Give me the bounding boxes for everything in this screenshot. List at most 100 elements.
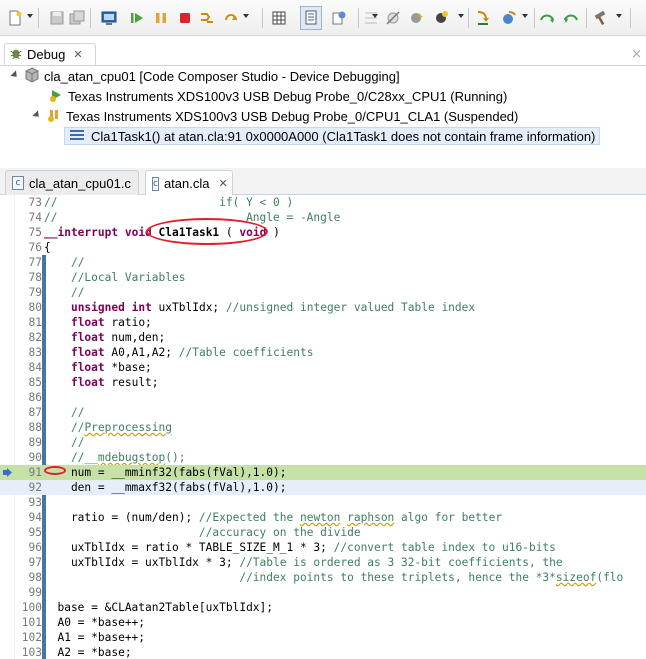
code-line[interactable]: 75 __interrupt void Cla1Task1 ( void ) — [0, 225, 646, 240]
code-text: unsigned int uxTblIdx; //unsigned intege… — [70, 301, 476, 314]
breakpoint-icon[interactable] — [330, 9, 348, 27]
line-number: 94 — [28, 511, 42, 524]
memory-grid-icon[interactable] — [270, 9, 288, 27]
code-line[interactable]: 102 A1 = *base++; — [0, 630, 646, 645]
code-line[interactable]: 101 A0 = *base++; — [0, 615, 646, 630]
new-dropdown-icon[interactable] — [27, 14, 33, 18]
suspend-icon[interactable] — [152, 9, 170, 27]
debug-view: Debug ✕ ⨯ cla_atan_cpu01 [Code Composer … — [0, 40, 646, 162]
code-text: // — [70, 286, 85, 299]
line-number: 87 — [28, 406, 42, 419]
step-return-icon[interactable] — [538, 9, 556, 27]
line-number: 98 — [28, 571, 42, 584]
code-line[interactable]: 78 //Local Variables — [0, 270, 646, 285]
step-over-dropdown-icon[interactable] — [522, 14, 528, 18]
code-line[interactable]: 83 float A0,A1,A2; //Table coefficients — [0, 345, 646, 360]
program-counter-arrow-icon — [3, 468, 12, 477]
minimize-icon[interactable]: ⨯ — [631, 46, 642, 62]
line-number: 84 — [28, 361, 42, 374]
watchpoint-dropdown-icon[interactable] — [458, 14, 464, 18]
code-text: uxTblIdx = ratio * TABLE_SIZE_M_1 * 3; /… — [44, 541, 556, 554]
line-number: 102 — [21, 631, 42, 644]
build-dropdown-icon[interactable] — [616, 14, 622, 18]
code-editor[interactable]: 73// if( Y < 0 ) 74// Angle = -Angle 75 __i… — [0, 195, 646, 659]
code-line[interactable]: 103 A2 = *base; — [0, 645, 646, 659]
code-line[interactable]: 80 unsigned int uxTblIdx; //unsigned int… — [0, 300, 646, 315]
build-icon[interactable] — [592, 9, 610, 27]
terminal-icon[interactable] — [100, 9, 118, 27]
code-line[interactable]: 81 float ratio; — [0, 315, 646, 330]
line-number: 90 — [28, 451, 42, 464]
code-text: den = __mmaxf32(fabs(fVal),1.0); — [44, 481, 287, 494]
resume-icon[interactable] — [128, 9, 146, 27]
debug-target-row[interactable]: Texas Instruments XDS100v3 USB Debug Pro… — [32, 106, 518, 126]
step-into-icon[interactable] — [474, 9, 492, 27]
terminate-icon[interactable] — [176, 9, 194, 27]
new-icon[interactable] — [6, 9, 24, 27]
debug-target-row[interactable]: Texas Instruments XDS100v3 USB Debug Pro… — [48, 86, 507, 106]
code-line[interactable]: 88 //Preprocessing — [0, 420, 646, 435]
restart-icon[interactable] — [222, 9, 240, 27]
save-all-icon[interactable] — [68, 9, 86, 27]
code-line[interactable]: 93 — [0, 495, 646, 510]
stack-frame-row[interactable]: Cla1Task1() at atan.cla:91 0x0000A000 (C… — [64, 126, 601, 146]
expand-twistie-icon[interactable] — [32, 110, 44, 122]
line-number: 89 — [28, 436, 42, 449]
line-number: 96 — [28, 541, 42, 554]
skip-breakpoints-icon[interactable] — [384, 9, 402, 27]
save-icon[interactable] — [48, 9, 66, 27]
code-line[interactable]: 95 //accuracy on the divide — [0, 525, 646, 540]
step-over-icon[interactable] — [500, 9, 518, 27]
code-line[interactable]: 98 //index points to these triplets, hen… — [0, 570, 646, 585]
hardware-breakpoint-icon[interactable] — [408, 9, 426, 27]
code-text: A0 = *base++; — [44, 616, 146, 629]
expand-twistie-icon[interactable] — [10, 70, 22, 82]
debug-tab[interactable]: Debug ✕ — [4, 43, 96, 65]
code-line[interactable]: 90 //__mdebugstop(); — [0, 450, 646, 465]
code-line[interactable]: 85 float result; — [0, 375, 646, 390]
c-file-icon: c — [12, 176, 24, 190]
debug-tab-label: Debug — [27, 47, 66, 62]
code-text: // if( Y < 0 ) — [44, 196, 294, 209]
stack-frame-label: Cla1Task1() at atan.cla:91 0x0000A000 (C… — [91, 128, 596, 144]
code-line[interactable]: 94 ratio = (num/den); //Expected the new… — [0, 510, 646, 525]
code-line[interactable]: 97 uxTblIdx = uxTblIdx * 3; //Table is o… — [0, 555, 646, 570]
debug-view-icon[interactable] — [300, 6, 322, 30]
code-line[interactable]: 76{ — [0, 240, 646, 255]
code-line[interactable]: 86 — [0, 390, 646, 405]
code-line[interactable]: 91 num = __mminf32(fabs(fVal),1.0); — [0, 465, 646, 480]
code-line[interactable]: 100 base = &CLAatan2Table[uxTblIdx]; — [0, 600, 646, 615]
code-text: // — [70, 406, 85, 419]
code-line[interactable]: 73// if( Y < 0 ) — [0, 195, 646, 210]
code-line[interactable]: 74// Angle = -Angle — [0, 210, 646, 225]
code-line[interactable]: 92 den = __mmaxf32(fabs(fVal),1.0); — [0, 480, 646, 495]
line-number: 79 — [28, 286, 42, 299]
reset-icon[interactable] — [198, 9, 216, 27]
watchpoint-icon[interactable] — [432, 9, 450, 27]
tab-cla-atan-cpu01-c[interactable]: c cla_atan_cpu01.c — [5, 170, 139, 195]
line-number: 82 — [28, 331, 42, 344]
editor-tab-label: atan.cla — [163, 176, 210, 191]
line-number: 74 — [28, 211, 42, 224]
line-number: 80 — [28, 301, 42, 314]
code-line[interactable]: 77 // — [0, 255, 646, 270]
code-line[interactable]: 96 uxTblIdx = ratio * TABLE_SIZE_M_1 * 3… — [0, 540, 646, 555]
tab-atan-cla[interactable]: c atan.cla ✕ — [145, 170, 233, 196]
debug-session-row[interactable]: cla_atan_cpu01 [Code Composer Studio - D… — [10, 66, 400, 86]
debug-menu-dropdown-icon[interactable] — [372, 14, 378, 18]
code-line[interactable]: 87 // — [0, 405, 646, 420]
close-icon[interactable]: ✕ — [219, 177, 228, 190]
code-line[interactable]: 84 float *base; — [0, 360, 646, 375]
line-number: 99 — [28, 586, 42, 599]
code-line[interactable]: 79 // — [0, 285, 646, 300]
line-number: 93 — [28, 496, 42, 509]
step-back-icon[interactable] — [562, 9, 580, 27]
close-icon[interactable]: ✕ — [73, 48, 82, 61]
code-line[interactable]: 82 float num,den; — [0, 330, 646, 345]
debug-menu-icon[interactable] — [362, 9, 380, 27]
code-line[interactable]: 89 // — [0, 435, 646, 450]
code-line[interactable]: 99 — [0, 585, 646, 600]
code-text: //index points to these triplets, hence … — [239, 571, 624, 584]
line-number: 76 — [28, 241, 42, 254]
restart-dropdown-icon[interactable] — [243, 14, 249, 18]
